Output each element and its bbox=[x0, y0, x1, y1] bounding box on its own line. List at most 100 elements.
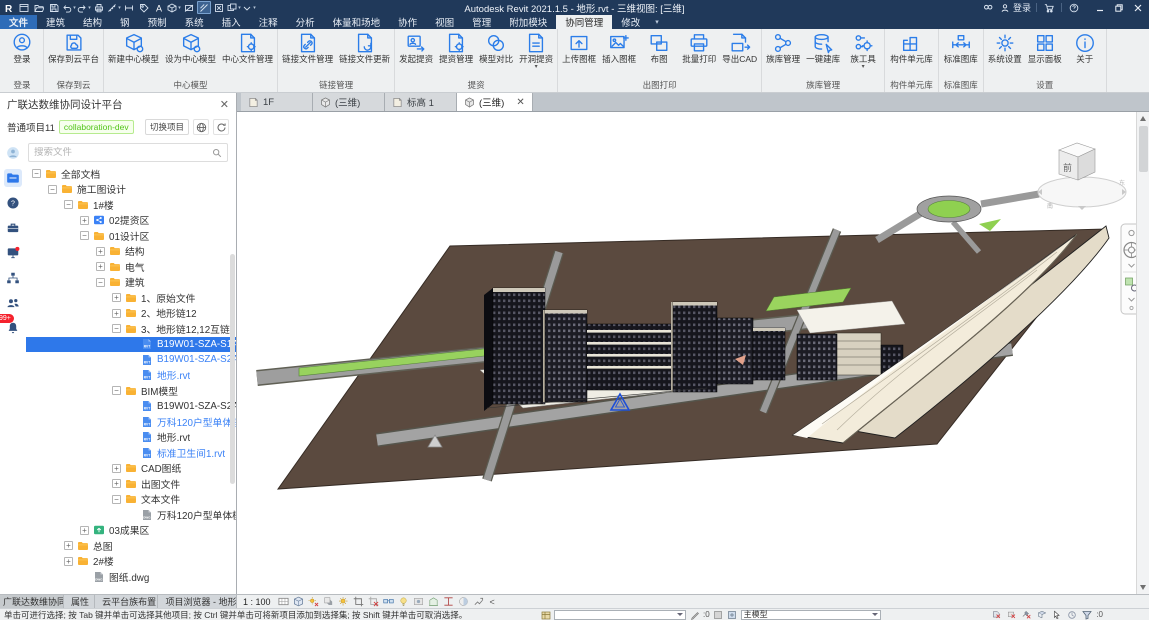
ribbon-tab[interactable]: 预制 bbox=[139, 15, 176, 29]
search-box[interactable] bbox=[28, 143, 228, 162]
temporary-hide-isolate-button[interactable] bbox=[383, 596, 395, 608]
sun-settings-button[interactable] bbox=[338, 596, 350, 608]
select-links-toggle[interactable] bbox=[991, 609, 1002, 620]
file-tab[interactable]: 文件 bbox=[0, 15, 37, 29]
tree-item[interactable]: DWG万科120户型单体模板.dwg bbox=[26, 507, 236, 523]
qat-default-3d-view-button[interactable]: ▾ bbox=[167, 1, 181, 14]
tree-item[interactable]: DWG图纸.dwg bbox=[26, 569, 236, 585]
export-cad-button[interactable]: 导出CAD bbox=[719, 29, 760, 65]
ribbon-tab[interactable]: 视图 bbox=[426, 15, 463, 29]
insert-titleblock-button[interactable]: 插入图框 bbox=[599, 29, 639, 65]
qat-close-hidden-windows-button[interactable] bbox=[212, 1, 226, 14]
tree-item[interactable]: +02提资区 bbox=[26, 213, 236, 229]
filter-icon[interactable] bbox=[1081, 609, 1092, 620]
design-options-icon[interactable] bbox=[727, 609, 738, 620]
tree-item[interactable]: −文本文件 bbox=[26, 492, 236, 508]
tree-item[interactable]: RVTB19W01-SZA-S2AG-AR-N bbox=[26, 352, 236, 368]
view-tab-3d-b[interactable]: (三维)✕ bbox=[457, 93, 533, 111]
sheet-layout-button[interactable]: 布图 bbox=[639, 29, 679, 65]
scroll-down-icon[interactable] bbox=[1140, 585, 1146, 590]
close-view-tab-icon[interactable]: ✕ bbox=[508, 97, 524, 108]
tree-expander[interactable]: − bbox=[48, 185, 57, 194]
standard-drawing-library-button[interactable]: 标准图库 bbox=[941, 29, 981, 65]
help-icon[interactable] bbox=[1067, 1, 1081, 14]
ribbon-tab[interactable]: 系统 bbox=[176, 15, 213, 29]
panel-nav-monitor-alert[interactable] bbox=[4, 244, 22, 262]
ribbon-tab[interactable]: 插入 bbox=[213, 15, 250, 29]
tree-item[interactable]: −施工图设计 bbox=[26, 182, 236, 198]
compass-south-label[interactable]: 南 bbox=[1047, 202, 1053, 210]
qat-save-button[interactable] bbox=[47, 1, 61, 14]
switch-project-button[interactable]: 切换项目 bbox=[145, 119, 189, 135]
ribbon-tab[interactable]: 管理 bbox=[463, 15, 500, 29]
tree-expander[interactable]: + bbox=[112, 293, 121, 302]
refresh-icon[interactable] bbox=[213, 119, 229, 135]
select-pinned-toggle[interactable] bbox=[1021, 609, 1032, 620]
tree-item[interactable]: RVT地形.rvt bbox=[26, 430, 236, 446]
model-compare-button[interactable]: 模型对比 bbox=[476, 29, 516, 65]
qat-open-file-button[interactable] bbox=[32, 1, 46, 14]
sign-in-button[interactable]: 登录 bbox=[2, 29, 42, 65]
scroll-up-icon[interactable] bbox=[1140, 116, 1146, 121]
display-panel-button[interactable]: 显示面板 bbox=[1025, 29, 1065, 65]
viewcube[interactable]: 前 南 东 bbox=[1038, 143, 1126, 210]
tree-item[interactable]: +结构 bbox=[26, 244, 236, 260]
tree-expander[interactable]: − bbox=[112, 495, 121, 504]
scrollbar-thumb[interactable] bbox=[1139, 126, 1148, 172]
close-button[interactable] bbox=[1128, 0, 1147, 15]
tree-item[interactable]: +CAD图纸 bbox=[26, 461, 236, 477]
system-settings-button[interactable]: 系统设置 bbox=[985, 29, 1025, 65]
qat-ui-panel-button[interactable] bbox=[17, 1, 31, 14]
drawing-area[interactable]: 前 南 东 bbox=[237, 112, 1149, 594]
tree-expander[interactable]: + bbox=[112, 464, 121, 473]
qat-thin-lines-button[interactable] bbox=[197, 1, 211, 14]
globe-icon[interactable] bbox=[193, 119, 209, 135]
tree-item[interactable]: −建筑 bbox=[26, 275, 236, 291]
bottom-tab-properties[interactable]: 属性 bbox=[64, 595, 95, 608]
tree-item[interactable]: RVT地形.rvt bbox=[26, 368, 236, 384]
temporary-view-properties-button[interactable] bbox=[413, 596, 425, 608]
qat-revit-logo-button[interactable]: R bbox=[2, 1, 16, 14]
shadows-button[interactable] bbox=[323, 596, 335, 608]
set-central-model-button[interactable]: 设为中心模型 bbox=[162, 29, 219, 65]
tree-expander[interactable]: − bbox=[32, 169, 41, 178]
tree-expander[interactable]: + bbox=[64, 541, 73, 550]
tree-expander[interactable]: + bbox=[80, 526, 89, 535]
editing-requests-icon[interactable] bbox=[689, 609, 700, 620]
panel-nav-files-folder[interactable] bbox=[4, 169, 22, 187]
tree-expander[interactable]: + bbox=[96, 247, 105, 256]
tree-item[interactable]: −01设计区 bbox=[26, 228, 236, 244]
panel-scrollbar-thumb[interactable] bbox=[230, 254, 235, 484]
tree-item[interactable]: RVT万科120户型单体模板.rvt bbox=[26, 414, 236, 430]
save-to-cloud-button[interactable]: 保存到云平台 bbox=[45, 29, 102, 65]
crop-view-button[interactable] bbox=[353, 596, 365, 608]
3d-scene[interactable]: 前 南 东 bbox=[237, 112, 1136, 594]
tree-item[interactable]: +出图文件 bbox=[26, 476, 236, 492]
qat-measure-button[interactable]: ▾ bbox=[107, 1, 121, 14]
tree-item[interactable]: −3、地形链12,12互链 bbox=[26, 321, 236, 337]
tree-item[interactable]: −全部文档 bbox=[26, 166, 236, 182]
reveal-constraints-button[interactable] bbox=[443, 596, 455, 608]
qat-redo-button[interactable]: ▾ bbox=[77, 1, 91, 14]
qat-section-button[interactable] bbox=[182, 1, 196, 14]
reveal-hidden-elements-button[interactable] bbox=[398, 596, 410, 608]
view-tab-1f[interactable]: 1F bbox=[241, 93, 313, 111]
tree-item[interactable]: RVT标准卫生间1.rvt bbox=[26, 445, 236, 461]
drag-on-selection-toggle[interactable] bbox=[1051, 609, 1062, 620]
worksets-icon[interactable] bbox=[540, 609, 551, 620]
compass-east-label[interactable]: 东 bbox=[1119, 179, 1125, 187]
collapse-chevron-icon[interactable]: < bbox=[490, 597, 495, 607]
navigation-bar[interactable] bbox=[1121, 224, 1136, 314]
central-file-manage-button[interactable]: 中心文件管理 bbox=[219, 29, 276, 65]
ribbon-tab[interactable]: 钢 bbox=[111, 15, 139, 29]
search-icon[interactable] bbox=[981, 1, 995, 14]
ribbon-tab[interactable]: 分析 bbox=[287, 15, 324, 29]
opening-submittal-button[interactable]: 开洞提资▾ bbox=[516, 29, 556, 70]
bottom-tab-glodon-panel[interactable]: 广联达数维协同设计平台 bbox=[0, 595, 64, 608]
ribbon-tab[interactable]: 附加模块 bbox=[500, 15, 556, 29]
qat-print-button[interactable] bbox=[92, 1, 106, 14]
tree-expander[interactable]: − bbox=[112, 324, 121, 333]
background-processes-toggle[interactable] bbox=[1066, 609, 1077, 620]
panel-nav-notification-bell[interactable]: 99+ bbox=[4, 319, 22, 337]
ribbon-tab[interactable]: 协同管理 bbox=[556, 15, 612, 29]
